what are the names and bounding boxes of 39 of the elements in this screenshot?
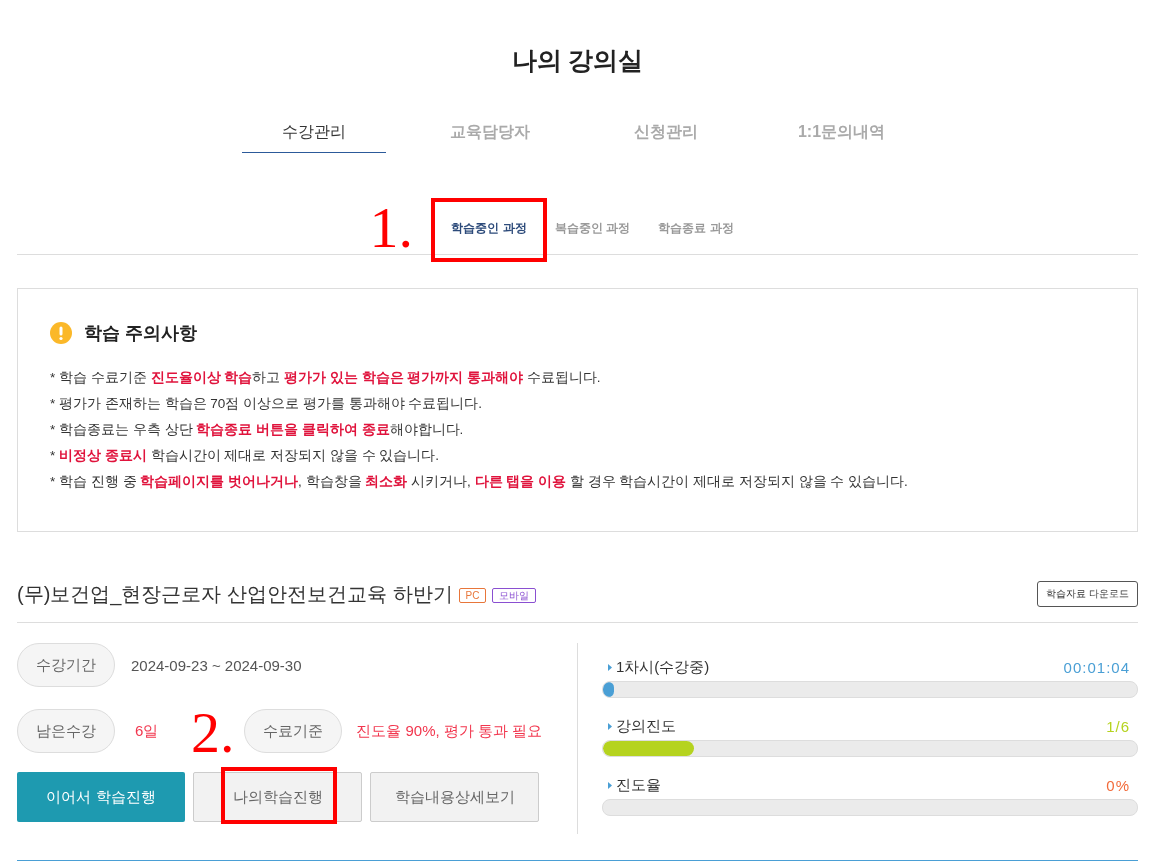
course-title: (무)보건업_현장근로자 산업안전보건교육 하반기	[17, 581, 453, 608]
platform-tag: PC	[458, 588, 487, 603]
remaining-label: 남은수강	[17, 709, 115, 753]
sub-tab[interactable]: 학습종료 과정	[644, 208, 748, 249]
progress-value: 00:01:04	[1063, 658, 1130, 676]
notice-line: * 학습 수료기준 진도율이상 학습하고 평가가 있는 학습은 평가까지 통과해야 수료됩니다.	[50, 369, 602, 387]
bullet-triangle-icon	[608, 722, 612, 730]
criteria-value: 진도율 90%, 평가 통과 필요	[356, 721, 543, 741]
bullet-triangle-icon	[608, 781, 612, 789]
notice-title: 학습 주의사항	[84, 322, 197, 345]
action-button[interactable]: 학습내용상세보기	[370, 772, 539, 822]
main-tab[interactable]: 수강관리	[241, 113, 386, 153]
download-materials-button[interactable]: 학습자료 다운로드	[1037, 581, 1138, 607]
warning-icon	[50, 322, 72, 344]
progress-label: 강의진도	[616, 716, 676, 736]
page-title: 나의 강의실	[510, 45, 645, 76]
notice-line: * 학습종료는 우측 상단 학습종료 버튼을 클릭하여 종료해야합니다.	[50, 421, 465, 439]
progress-value: 0%	[1106, 776, 1130, 794]
sub-tab[interactable]: 학습중인 과정	[437, 208, 541, 249]
criteria-label: 수료기준	[244, 709, 343, 753]
progress-value: 1/6	[1106, 717, 1130, 735]
annotation-number: 2.	[191, 704, 235, 762]
progress-label: 1차시(수강중)	[616, 657, 710, 677]
continue-learning-button[interactable]: 이어서 학습진행	[17, 772, 185, 822]
main-tab[interactable]: 교육담당자	[417, 113, 562, 153]
action-button[interactable]: 나의학습진행	[193, 772, 362, 822]
period-value: 2024-09-23 ~ 2024-09-30	[131, 656, 302, 674]
notice-line: * 평가가 존재하는 학습은 70점 이상으로 평가를 통과해야 수료됩니다.	[50, 395, 484, 413]
progress-label: 진도율	[616, 775, 661, 795]
main-tab[interactable]: 1:1문의내역	[769, 113, 914, 153]
annotation-number: 1.	[369, 199, 413, 257]
notice-line: *비정상 종료시 학습시간이 제대로 저장되지 않을 수 있습니다.	[50, 447, 441, 465]
sub-tab[interactable]: 복습중인 과정	[540, 208, 645, 249]
notice-line: * 학습 진행 중 학습페이지를 벗어나거나, 학습창을 최소화 시키거나, 다른 탭을 이용 할 경우 학습시간이 제대로 저장되지 않을 수 있습니다.	[50, 473, 909, 491]
main-tab[interactable]: 신청관리	[593, 113, 738, 153]
bullet-triangle-icon	[608, 663, 612, 671]
period-label: 수강기간	[17, 643, 115, 687]
platform-tag: 모바일	[492, 588, 537, 603]
remaining-value: 6일	[135, 721, 159, 741]
